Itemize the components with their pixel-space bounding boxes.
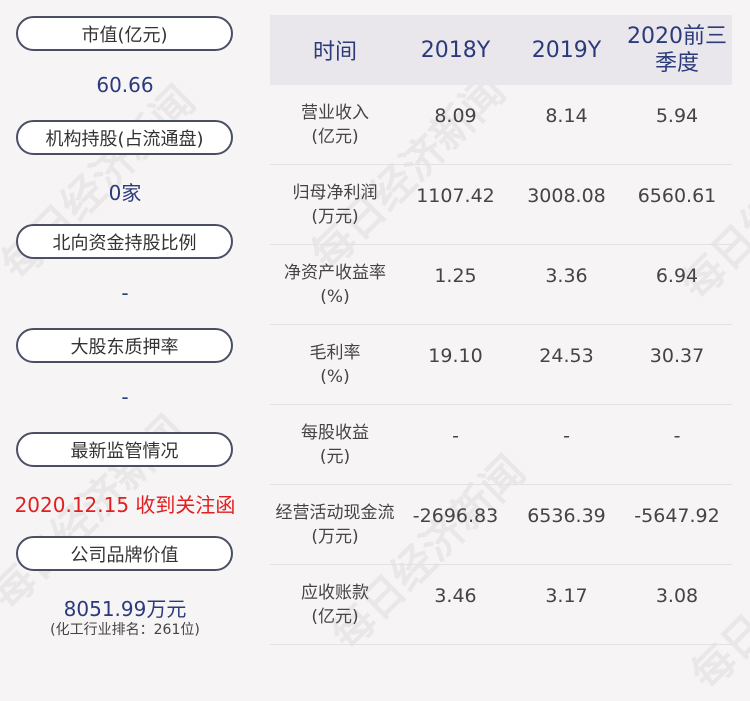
cell-value: 24.53 [539, 345, 594, 367]
financial-table: 时间 2018Y 2019Y 2020前三季度 营业收入 (亿元) 8.09 8.… [270, 15, 732, 645]
cell-value: 6560.61 [637, 185, 717, 207]
brand-value-label: 公司品牌价值 [16, 536, 233, 571]
cell-value: 1107.42 [416, 185, 495, 207]
header-time: 时间 [312, 40, 357, 65]
row-label: 毛利率 (%) [309, 342, 361, 387]
row-label: 净资产收益率 (%) [284, 262, 386, 307]
cell-value: - [563, 425, 570, 447]
header-2019: 2019Y [531, 37, 602, 63]
cell-value: 3.36 [545, 265, 588, 287]
cell-value: 6536.39 [527, 505, 606, 527]
table-row: 归母净利润 (万元) 1107.42 3008.08 6560.61 [270, 165, 732, 245]
cell-value: 30.37 [649, 345, 705, 367]
header-2020q3: 2020前三季度 [627, 24, 727, 76]
cell-value: - [673, 425, 681, 447]
table-row: 营业收入 (亿元) 8.09 8.14 5.94 [270, 85, 732, 165]
cell-value: 3.08 [655, 585, 699, 607]
cell-value: 1.25 [434, 265, 477, 287]
table-row: 毛利率 (%) 19.10 24.53 30.37 [270, 325, 732, 405]
row-label: 每股收益 (元) [301, 422, 369, 467]
row-label: 应收账款 (亿元) [301, 582, 369, 627]
cell-value: -2696.83 [412, 505, 499, 527]
institution-holding-value: 0家 [108, 181, 142, 205]
cell-value: 8.09 [434, 105, 477, 127]
brand-value-rank: (化工行业排名：261位) [50, 622, 200, 638]
regulatory-status-value: 2020.12.15 收到关注函 [14, 493, 236, 517]
cell-value: - [452, 425, 459, 447]
pledge-ratio-label: 大股东质押率 [16, 328, 233, 363]
table-header: 时间 2018Y 2019Y 2020前三季度 [270, 15, 732, 85]
cell-value: 3008.08 [527, 185, 606, 207]
left-panel: 市值(亿元) 60.66 机构持股(占流通盘) 0家 北向资金持股比例 - 大股… [0, 0, 250, 667]
cell-value: 3.46 [434, 585, 477, 607]
table-row: 应收账款 (亿元) 3.46 3.17 3.08 [270, 565, 732, 645]
pledge-ratio-value: - [121, 385, 129, 409]
table-row: 净资产收益率 (%) 1.25 3.36 6.94 [270, 245, 732, 325]
cell-value: 5.94 [655, 105, 699, 127]
row-label: 归母净利润 (万元) [292, 182, 378, 227]
row-label: 经营活动现金流 (万元) [275, 502, 395, 547]
table-row: 经营活动现金流 (万元) -2696.83 6536.39 -5647.92 [270, 485, 732, 565]
cell-value: 6.94 [655, 265, 699, 287]
market-cap-label: 市值(亿元) [16, 16, 233, 51]
institution-holding-label: 机构持股(占流通盘) [16, 120, 233, 155]
cell-value: 8.14 [545, 105, 588, 127]
northbound-ratio-label: 北向资金持股比例 [16, 224, 233, 259]
market-cap-value: 60.66 [96, 73, 154, 97]
cell-value: 19.10 [428, 345, 483, 367]
row-label: 营业收入 (亿元) [301, 102, 369, 147]
northbound-ratio-value: - [121, 281, 129, 305]
cell-value: 3.17 [545, 585, 588, 607]
brand-value-value: 8051.99万元 [63, 597, 187, 621]
regulatory-status-label: 最新监管情况 [16, 432, 233, 467]
table-row: 每股收益 (元) - - - [270, 405, 732, 485]
header-2018: 2018Y [420, 37, 491, 63]
cell-value: -5647.92 [634, 505, 720, 527]
